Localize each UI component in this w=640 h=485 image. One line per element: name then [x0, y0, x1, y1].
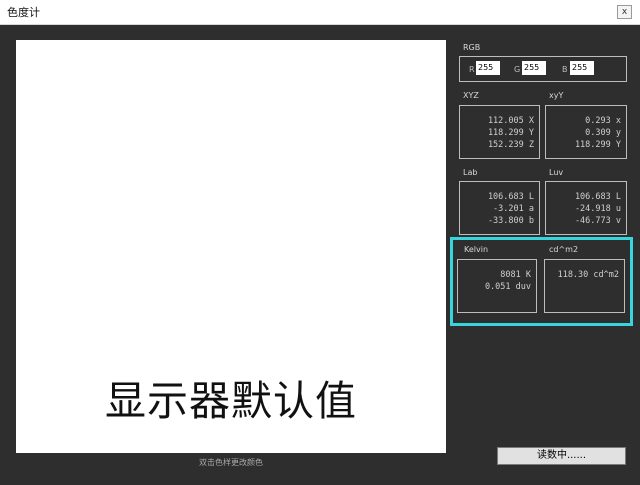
title-bar: 色度计 x: [0, 0, 640, 25]
g-input[interactable]: [522, 61, 546, 75]
xyz-panel: 112.005 X 118.299 Y 152.239 Z: [459, 105, 540, 159]
luv-l: 106.683 L: [574, 192, 621, 202]
rgb-label: RGB: [463, 43, 481, 52]
lab-values: 106.683 L -3.201 a -33.800 b: [488, 191, 534, 227]
colorimeter-window: 色度计 x 显示器默认值 双击色样更改颜色 RGB R G B XYZ 112.…: [0, 0, 640, 485]
g-label: G: [514, 65, 521, 74]
window-title: 色度计: [7, 6, 40, 19]
xyz-z: 152.239 Z: [487, 140, 534, 150]
luv-label: Luv: [549, 168, 564, 177]
xyz-values: 112.005 X 118.299 Y 152.239 Z: [488, 115, 534, 151]
lab-b: -33.800 b: [487, 216, 534, 226]
xyy-y: 0.309 y: [585, 128, 621, 138]
kelvin-k: 8081 K: [500, 270, 531, 280]
cdm2-values: 118.30 cd^m2: [558, 269, 619, 281]
xyy-x: 0.293 x: [585, 116, 621, 126]
b-input[interactable]: [570, 61, 594, 75]
luv-v: -46.773 v: [574, 216, 621, 226]
swatch-label: 显示器默认值: [105, 377, 357, 425]
kelvin-label: Kelvin: [464, 245, 489, 254]
kelvin-values: 8081 K 0.051 duv: [485, 269, 531, 293]
color-swatch[interactable]: 显示器默认值: [16, 40, 446, 453]
xyy-panel: 0.293 x 0.309 y 118.299 Y: [545, 105, 627, 159]
xyz-label: XYZ: [463, 91, 479, 100]
cdm2-value: 118.30 cd^m2: [557, 270, 619, 280]
xyy-label: xyY: [549, 91, 564, 100]
xyy-Y: 118.299 Y: [574, 140, 621, 150]
r-label: R: [469, 65, 475, 74]
r-input[interactable]: [476, 61, 500, 75]
xyy-values: 0.293 x 0.309 y 118.299 Y: [575, 115, 621, 151]
swatch-hint: 双击色样更改颜色: [199, 458, 263, 467]
xyz-y: 118.299 Y: [487, 128, 534, 138]
kelvin-duv: 0.051 duv: [484, 282, 531, 292]
luv-values: 106.683 L -24.918 u -46.773 v: [575, 191, 621, 227]
rgb-panel: R G B: [459, 56, 627, 82]
cdm2-label: cd^m2: [549, 245, 579, 254]
xyz-x: 112.005 X: [487, 116, 534, 126]
kelvin-panel: 8081 K 0.051 duv: [457, 259, 537, 313]
lab-panel: 106.683 L -3.201 a -33.800 b: [459, 181, 540, 235]
close-button[interactable]: x: [617, 5, 632, 19]
lab-a: -3.201 a: [493, 204, 534, 214]
cdm2-panel: 118.30 cd^m2: [544, 259, 625, 313]
luv-panel: 106.683 L -24.918 u -46.773 v: [545, 181, 627, 235]
lab-l: 106.683 L: [487, 192, 534, 202]
lab-label: Lab: [463, 168, 478, 177]
b-label: B: [562, 65, 568, 74]
read-button[interactable]: 读数中......: [497, 447, 626, 465]
luv-u: -24.918 u: [574, 204, 621, 214]
